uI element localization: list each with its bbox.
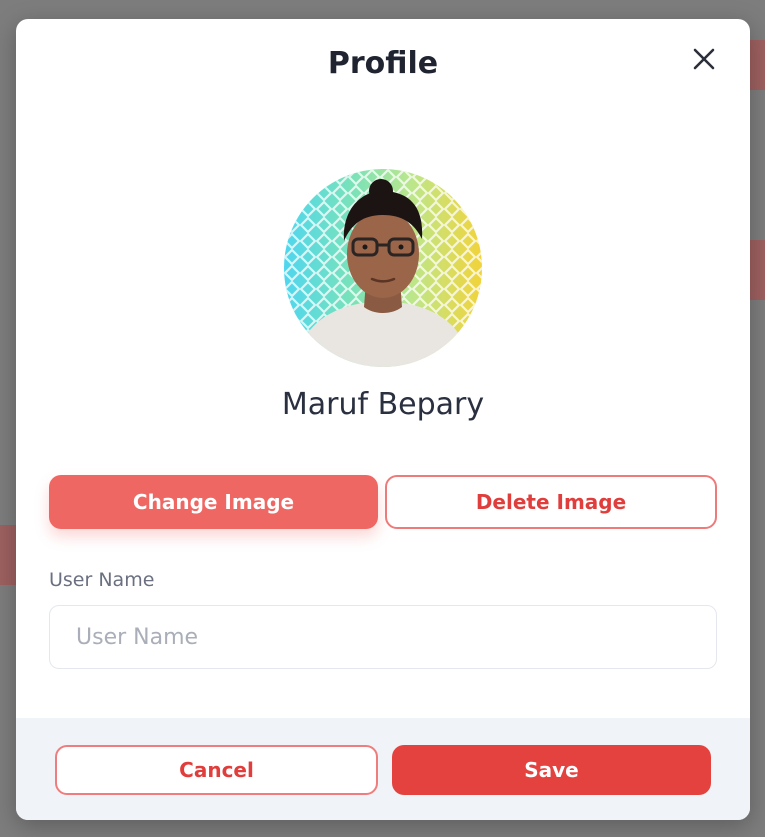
close-icon (693, 48, 715, 70)
modal-title: Profile (327, 46, 439, 81)
profile-photo (284, 169, 482, 367)
background-element (748, 40, 765, 90)
background-element (748, 240, 765, 300)
profile-modal: Profile Maruf Bepary Change Image Delete… (16, 19, 750, 820)
delete-image-button[interactable]: Delete Image (385, 475, 717, 529)
avatar (284, 169, 482, 367)
save-button[interactable]: Save (392, 745, 711, 795)
profile-display-name: Maruf Bepary (281, 387, 485, 422)
change-image-button[interactable]: Change Image (49, 475, 378, 529)
username-label: User Name (49, 569, 155, 591)
cancel-button[interactable]: Cancel (55, 745, 378, 795)
username-input[interactable] (49, 605, 717, 669)
background-element (0, 525, 16, 585)
close-button[interactable] (690, 45, 718, 73)
